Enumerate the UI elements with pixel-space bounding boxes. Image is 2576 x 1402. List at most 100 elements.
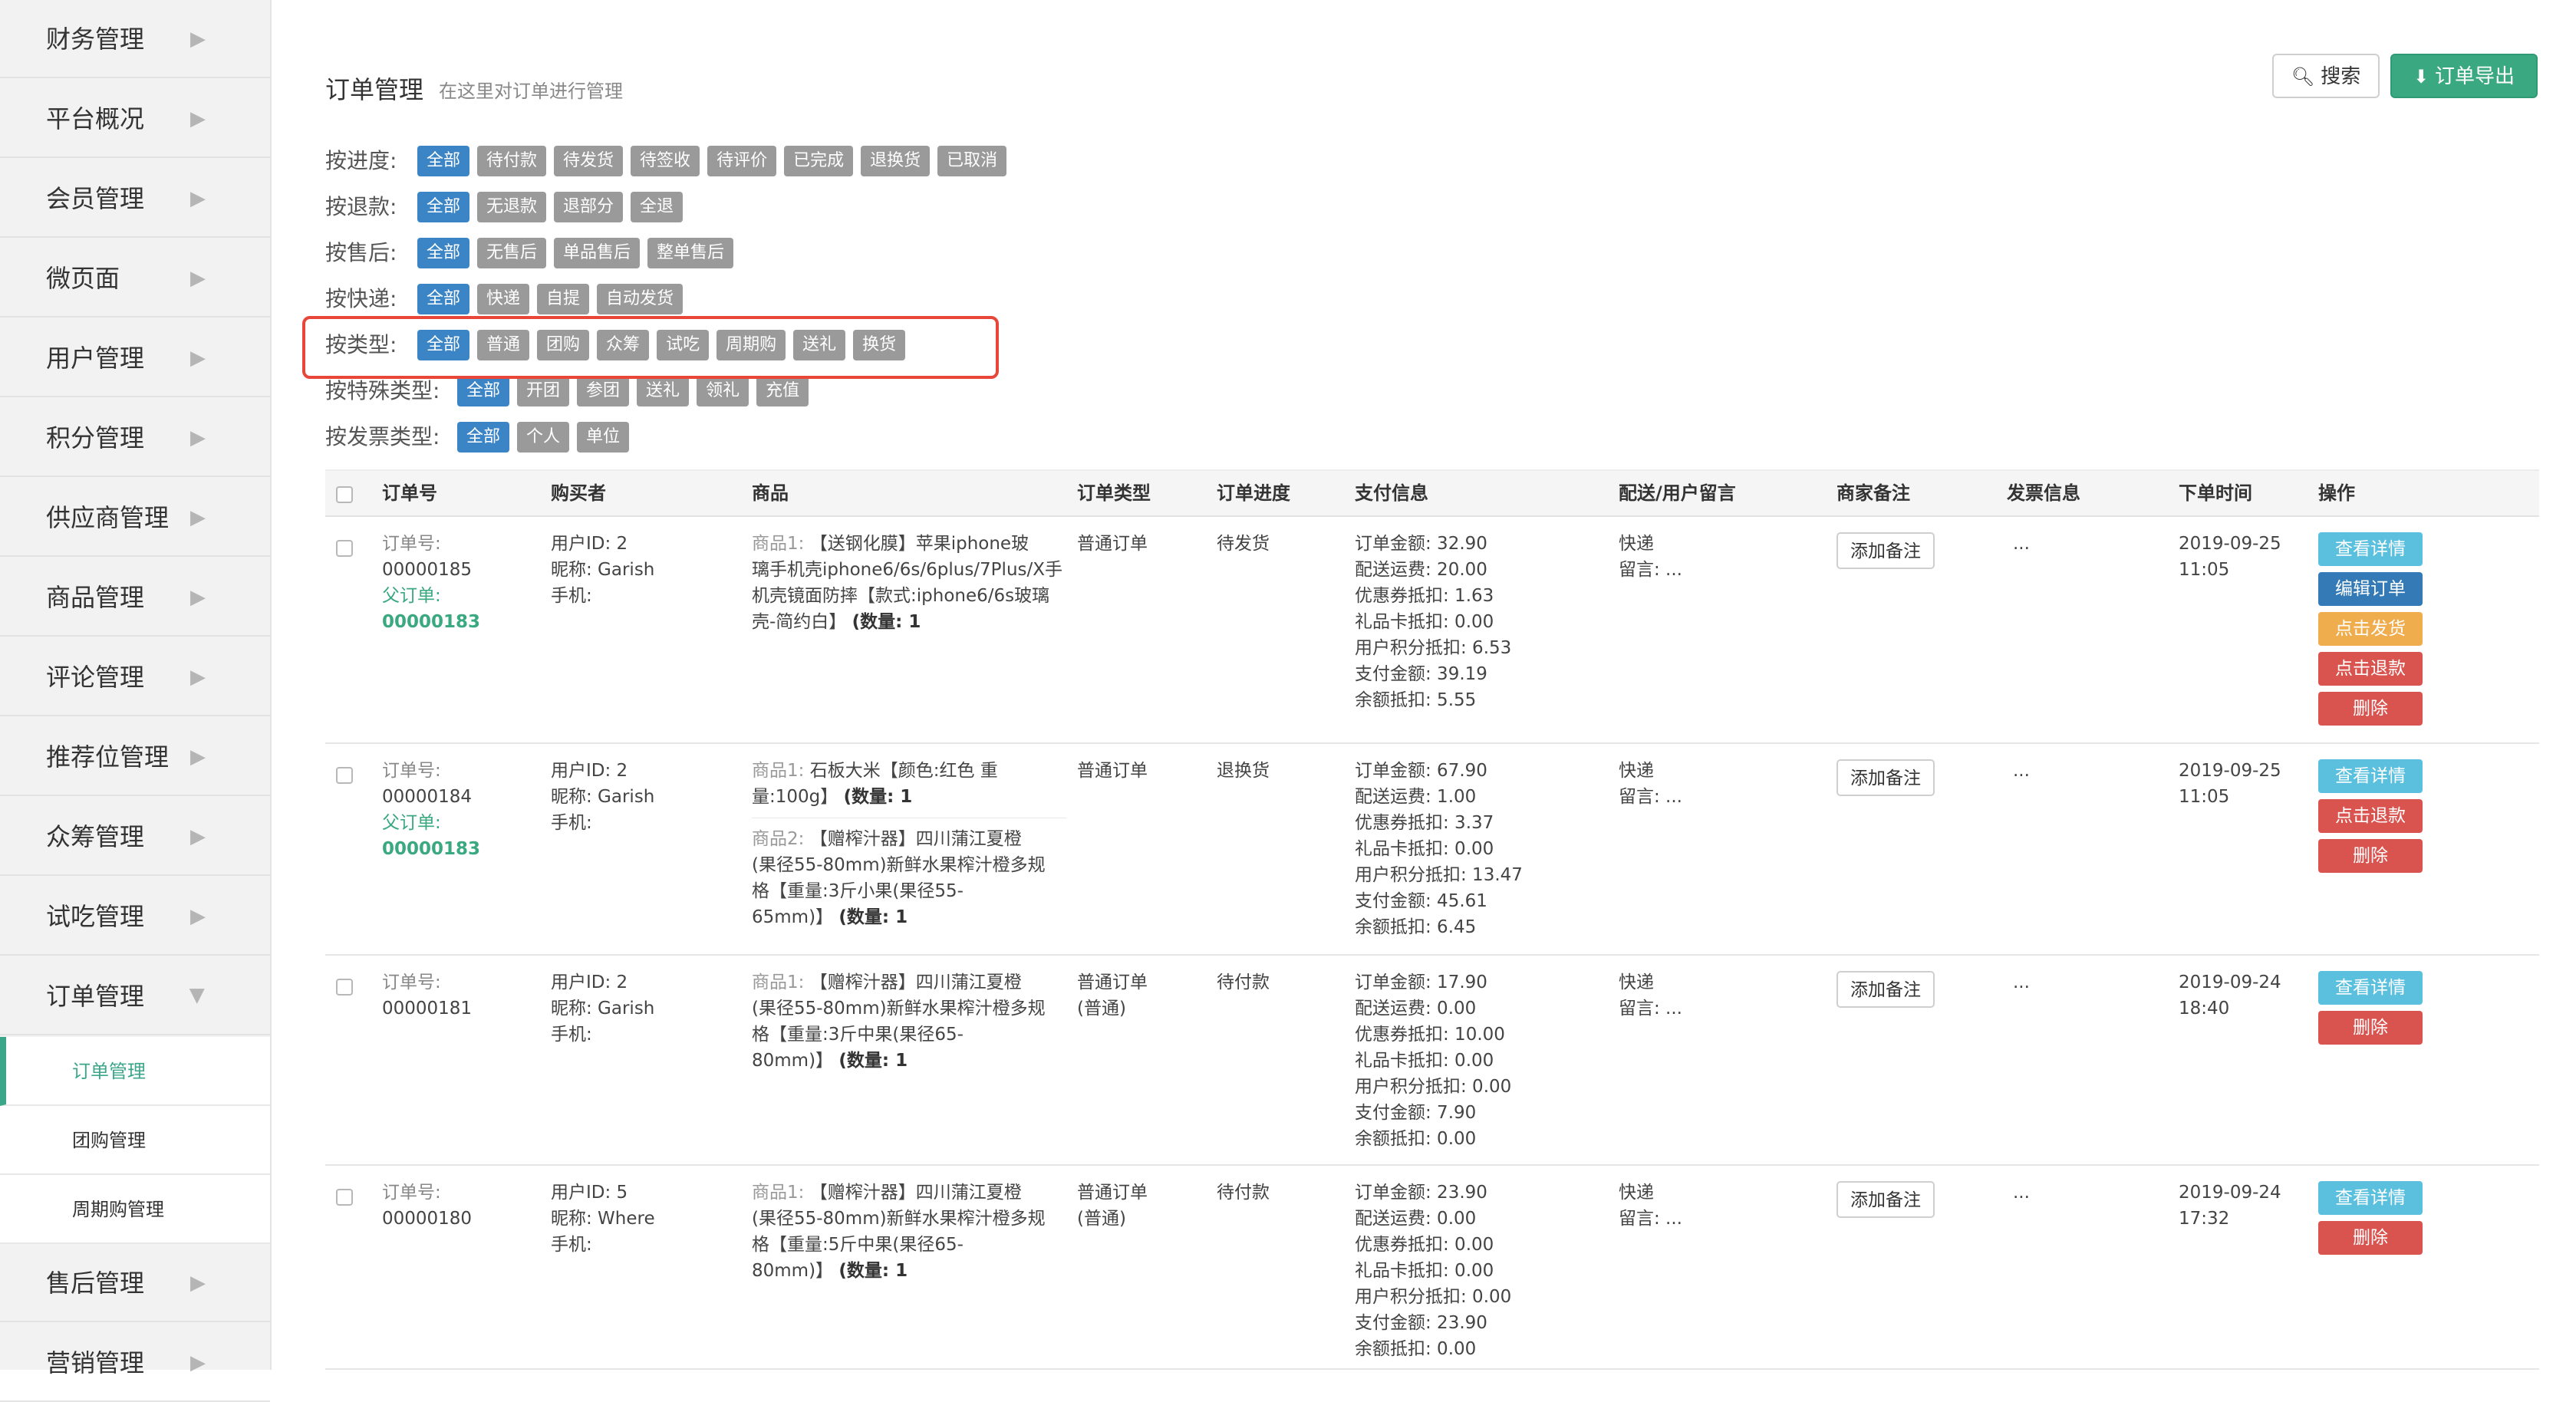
sidebar-item[interactable]: 商品管理 ▶ bbox=[0, 558, 270, 637]
sidebar-item[interactable]: 平台概况 ▶ bbox=[0, 80, 270, 158]
export-orders-button[interactable]: ⬇︎ 订单导出 bbox=[2390, 54, 2538, 98]
payment-line: 用户积分抵扣: 6.53 bbox=[1355, 638, 1512, 658]
delivery-line: 留言: ... bbox=[1619, 999, 1682, 1019]
filter-tag[interactable]: 个人 bbox=[517, 422, 570, 453]
buyer-info-line: 手机: bbox=[551, 1235, 592, 1255]
buyer-info-line: 昵称: Garish bbox=[551, 560, 655, 580]
sidebar-item[interactable]: 积分管理 ▶ bbox=[0, 399, 270, 477]
filter-tag[interactable]: 已取消 bbox=[937, 146, 1007, 176]
order-number: 00000185 bbox=[382, 560, 473, 580]
sidebar-subitem[interactable]: 团购管理 bbox=[0, 1106, 270, 1175]
filter-tag[interactable]: 自提 bbox=[537, 284, 590, 314]
filter-tag[interactable]: 已完成 bbox=[784, 146, 854, 176]
order-type-cell: 普通订单 bbox=[1077, 758, 1148, 784]
select-all-checkbox[interactable] bbox=[336, 486, 353, 503]
column-header: 操作 bbox=[2318, 482, 2355, 504]
action-button[interactable]: 查看详情 bbox=[2318, 759, 2423, 793]
sidebar-subitem[interactable]: 周期购管理 bbox=[0, 1175, 270, 1244]
filter-tag[interactable]: 充值 bbox=[756, 376, 809, 406]
order-number-cell: 订单号: 00000180 bbox=[382, 1180, 472, 1232]
action-button[interactable]: 编辑订单 bbox=[2318, 572, 2423, 606]
action-button[interactable]: 删除 bbox=[2318, 692, 2423, 726]
filter-tag[interactable]: 待评价 bbox=[707, 146, 777, 176]
delivery-line: 快递 bbox=[1619, 534, 1654, 554]
add-note-button[interactable]: 添加备注 bbox=[1836, 1181, 1935, 1218]
filter-tag[interactable]: 快递 bbox=[477, 284, 530, 314]
payment-line: 订单金额: 67.90 bbox=[1355, 761, 1487, 781]
sidebar-item[interactable]: 评论管理 ▶ bbox=[0, 638, 270, 716]
filter-tag[interactable]: 无退款 bbox=[477, 192, 547, 222]
sidebar-item[interactable]: 财务管理 ▶ bbox=[0, 0, 270, 78]
filter-tag[interactable]: 开团 bbox=[517, 376, 570, 406]
sidebar-item[interactable]: 售后管理 ▶ bbox=[0, 1244, 270, 1322]
filter-tag[interactable]: 退部分 bbox=[554, 192, 624, 222]
type-filter-highlight bbox=[302, 316, 999, 379]
add-note-button[interactable]: 添加备注 bbox=[1836, 759, 1935, 796]
filter-tag[interactable]: 单位 bbox=[577, 422, 630, 453]
row-checkbox[interactable] bbox=[336, 979, 353, 996]
order-time-cell: 2019-09-25 11:05 bbox=[2179, 531, 2281, 583]
filter-tag[interactable]: 待付款 bbox=[477, 146, 547, 176]
filter-tag[interactable]: 全部 bbox=[417, 192, 470, 222]
order-number: 00000181 bbox=[382, 999, 473, 1019]
action-button[interactable]: 查看详情 bbox=[2318, 532, 2423, 566]
chevron-right-icon: ▶ bbox=[190, 1351, 206, 1374]
filter-tag[interactable]: 全部 bbox=[457, 376, 510, 406]
goods-index-label: 商品1: bbox=[752, 973, 805, 992]
search-button[interactable]: 🔍︎ 搜索 bbox=[2272, 54, 2380, 98]
filter-tag[interactable]: 自动发货 bbox=[597, 284, 684, 314]
action-button[interactable]: 点击发货 bbox=[2318, 612, 2423, 646]
sidebar-item[interactable]: 推荐位管理 ▶ bbox=[0, 718, 270, 796]
goods-item: 商品2: 【赠榨汁器】四川蒲江夏橙 (果径55-80mm)新鲜水果榨汁橙多规 格【重… bbox=[752, 826, 1066, 938]
sidebar-item[interactable]: 营销管理 ▶ bbox=[0, 1324, 270, 1402]
action-button[interactable]: 删除 bbox=[2318, 1221, 2423, 1255]
filter-tag[interactable]: 单品售后 bbox=[554, 238, 641, 268]
filter-tag[interactable]: 全部 bbox=[417, 284, 470, 314]
filter-tag[interactable]: 待签收 bbox=[631, 146, 700, 176]
sidebar-item[interactable]: 试吃管理 ▶ bbox=[0, 877, 270, 956]
filter-tag[interactable]: 送礼 bbox=[637, 376, 690, 406]
row-checkbox[interactable] bbox=[336, 1189, 353, 1206]
sidebar-item[interactable]: 订单管理 ▶ bbox=[0, 957, 270, 1035]
goods-item: 商品1: 石板大米【颜色:红色 重量:100g】 (数量: 1 bbox=[752, 758, 1066, 818]
goods-name: 格【重量:5斤中果(果径65- bbox=[752, 1235, 964, 1255]
filter-tags: 全部 快递 自提 自动发货 bbox=[417, 284, 690, 314]
parent-order-link[interactable]: 00000183 bbox=[382, 836, 480, 862]
parent-order-link[interactable]: 00000183 bbox=[382, 609, 480, 635]
payment-line: 余额抵扣: 6.45 bbox=[1355, 917, 1477, 937]
action-button[interactable]: 点击退款 bbox=[2318, 799, 2423, 833]
filter-tag[interactable]: 全部 bbox=[417, 146, 470, 176]
column-header: 订单类型 bbox=[1077, 482, 1151, 504]
orders-table: 订单号 购买者 商品 订单类型 订单进度 支付信息 配送/用户留言 商家备注 发票信息 下单时间 操… bbox=[325, 469, 2539, 1370]
sidebar-item[interactable]: 众筹管理 ▶ bbox=[0, 798, 270, 876]
sidebar-item[interactable]: 用户管理 ▶ bbox=[0, 319, 270, 397]
action-button[interactable]: 删除 bbox=[2318, 1011, 2423, 1045]
add-note-button[interactable]: 添加备注 bbox=[1836, 971, 1935, 1008]
action-button[interactable]: 查看详情 bbox=[2318, 1181, 2423, 1215]
sidebar-item[interactable]: 微页面 ▶ bbox=[0, 239, 270, 318]
filter-tag[interactable]: 整单售后 bbox=[647, 238, 734, 268]
action-button[interactable]: 查看详情 bbox=[2318, 971, 2423, 1005]
filter-tag[interactable]: 全退 bbox=[631, 192, 684, 222]
filter-tag[interactable]: 无售后 bbox=[477, 238, 547, 268]
payment-line: 余额抵扣: 5.55 bbox=[1355, 690, 1477, 710]
column-header: 支付信息 bbox=[1355, 482, 1428, 504]
filter-tag[interactable]: 待发货 bbox=[554, 146, 624, 176]
filter-tag[interactable]: 全部 bbox=[417, 238, 470, 268]
goods-line: 商品1: 石板大米【颜色:红色 重 bbox=[752, 758, 1066, 784]
row-checkbox[interactable] bbox=[336, 540, 353, 557]
sidebar-item[interactable]: 会员管理 ▶ bbox=[0, 160, 270, 238]
filter-tag[interactable]: 领礼 bbox=[697, 376, 749, 406]
filter-tag[interactable]: 退换货 bbox=[861, 146, 931, 176]
action-button[interactable]: 删除 bbox=[2318, 839, 2423, 873]
payment-line: 优惠券抵扣: 1.63 bbox=[1355, 586, 1494, 606]
sidebar-subitem[interactable]: 订单管理 bbox=[0, 1037, 270, 1106]
column-header: 配送/用户留言 bbox=[1619, 482, 1736, 504]
buyer-cell: 用户ID: 5 昵称: Where 手机: bbox=[551, 1180, 655, 1258]
filter-tag[interactable]: 参团 bbox=[577, 376, 630, 406]
row-checkbox[interactable] bbox=[336, 767, 353, 784]
filter-tag[interactable]: 全部 bbox=[457, 422, 510, 453]
sidebar-item[interactable]: 供应商管理 ▶ bbox=[0, 479, 270, 557]
add-note-button[interactable]: 添加备注 bbox=[1836, 532, 1935, 569]
action-button[interactable]: 点击退款 bbox=[2318, 652, 2423, 686]
